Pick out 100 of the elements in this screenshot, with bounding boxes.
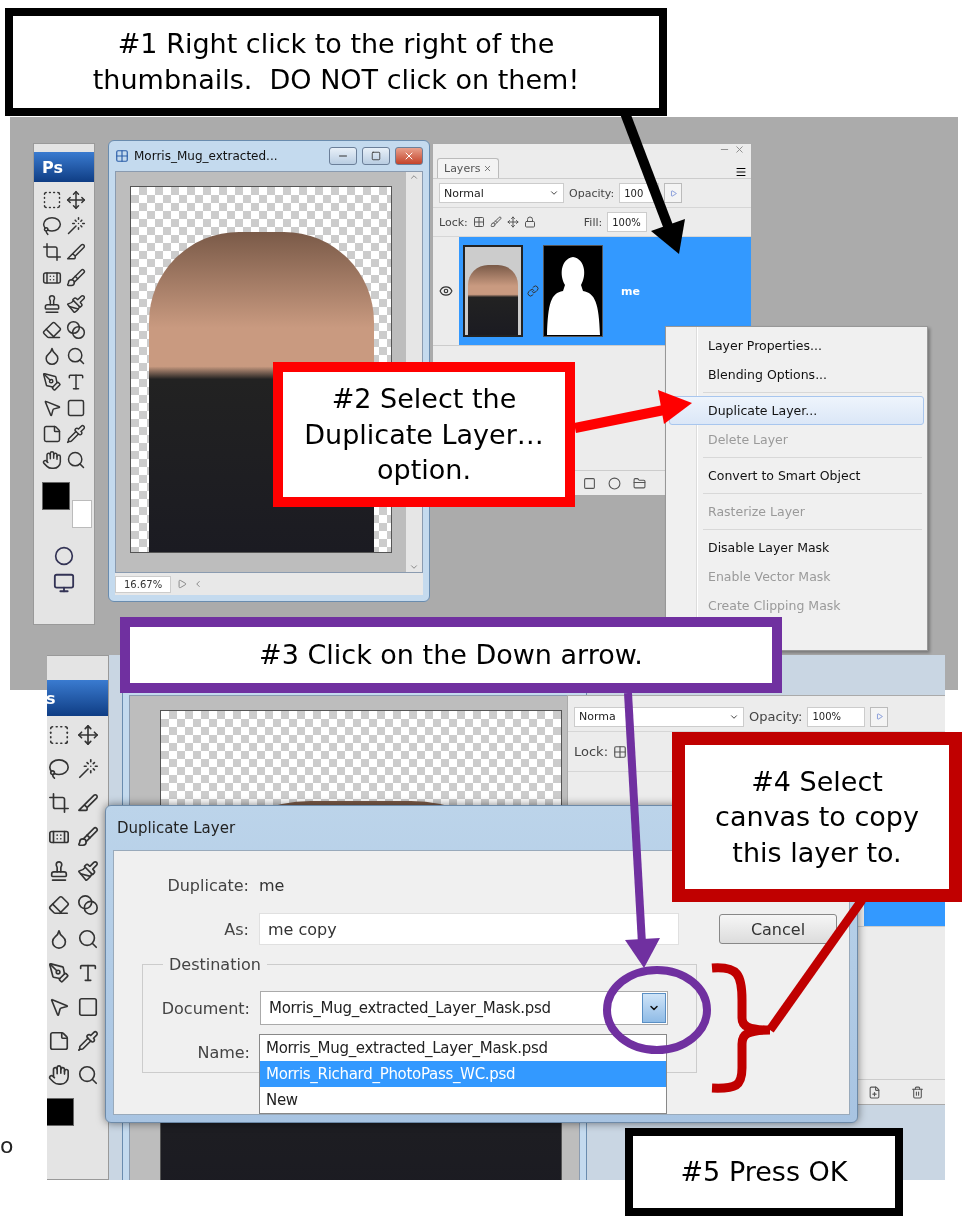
- pointer-icon[interactable]: [42, 398, 62, 418]
- close-icon[interactable]: [483, 164, 493, 173]
- lasso-icon[interactable]: [42, 216, 62, 236]
- zoom-icon[interactable]: [76, 1064, 99, 1086]
- maximize-icon: [371, 151, 381, 161]
- move-icon[interactable]: [66, 190, 86, 210]
- magic-wand-icon[interactable]: [76, 758, 99, 780]
- cancel-button[interactable]: Cancel: [719, 914, 837, 944]
- dashed-square-icon[interactable]: [47, 724, 70, 746]
- checker-square-icon[interactable]: [613, 744, 628, 759]
- background-color-swatch[interactable]: [72, 500, 92, 528]
- crop-icon[interactable]: [42, 242, 62, 262]
- zoom-field[interactable]: 16.67%: [115, 575, 172, 593]
- brush-icon[interactable]: [489, 216, 502, 228]
- magic-wand-icon[interactable]: [66, 216, 86, 236]
- zoom-icon[interactable]: [66, 450, 86, 470]
- menu-item[interactable]: Blending Options...: [669, 360, 924, 389]
- adjustment-icon[interactable]: [608, 476, 621, 490]
- document-label: Document:: [160, 998, 250, 1018]
- blend-mode-select[interactable]: Normal: [439, 183, 564, 203]
- mask-icon[interactable]: [583, 476, 596, 490]
- duplicate-value: me: [259, 875, 285, 895]
- panel-menu-icon[interactable]: [735, 166, 747, 178]
- pen-icon[interactable]: [42, 372, 62, 392]
- paintbrush-icon[interactable]: [66, 294, 86, 314]
- fill-label: Fill:: [583, 215, 603, 229]
- opacity-field[interactable]: 100%: [807, 706, 866, 727]
- document-select[interactable]: Morris_Mug_extracted_Layer_Mask.psd: [260, 991, 668, 1025]
- brush-icon[interactable]: [66, 268, 86, 288]
- knife-icon[interactable]: [76, 792, 99, 814]
- group-label: Destination: [168, 955, 262, 974]
- lock-label: Lock:: [439, 215, 468, 229]
- hand-icon[interactable]: [47, 1064, 70, 1086]
- callout-note: #5 Press OK: [625, 1128, 903, 1216]
- layer-name: me: [621, 284, 640, 298]
- paintbrush-icon[interactable]: [76, 860, 99, 882]
- note-icon[interactable]: [42, 424, 62, 444]
- callout-note: #2 Select the Duplicate Layer… option.: [273, 362, 575, 507]
- brush-icon[interactable]: [76, 826, 99, 848]
- note-icon[interactable]: [47, 1030, 70, 1052]
- window-title: Morris_Mug_extracted...: [134, 149, 279, 163]
- checker-square-icon[interactable]: [472, 216, 485, 228]
- blend-mode-select[interactable]: Norma: [574, 706, 744, 727]
- eye-icon[interactable]: [439, 284, 453, 298]
- lock-icon[interactable]: [523, 216, 536, 228]
- search-icon[interactable]: [66, 346, 86, 366]
- droplet-icon[interactable]: [42, 346, 62, 366]
- crop-icon[interactable]: [47, 792, 70, 814]
- eraser-icon[interactable]: [42, 320, 62, 340]
- opacity-slider-button[interactable]: [870, 706, 889, 727]
- screen-mode-icon[interactable]: [53, 572, 75, 594]
- duplicate-label: Duplicate:: [166, 875, 249, 895]
- trash-icon[interactable]: [911, 1085, 924, 1099]
- opacity-slider-button[interactable]: [664, 183, 683, 203]
- dialog-title: Duplicate Layer: [117, 818, 236, 839]
- fill-field[interactable]: 100%: [607, 212, 648, 232]
- lock-label: Lock:: [574, 744, 609, 759]
- eraser-icon[interactable]: [47, 894, 70, 916]
- move-icon[interactable]: [506, 216, 519, 228]
- dropdown-arrow-button[interactable]: [642, 993, 666, 1023]
- foreground-color-swatch[interactable]: [47, 1098, 74, 1126]
- app-logo: Ps: [34, 152, 94, 182]
- hand-icon[interactable]: [42, 450, 62, 470]
- text-tool-icon[interactable]: [66, 372, 86, 392]
- close-icon: [403, 150, 415, 162]
- lasso-icon[interactable]: [47, 758, 70, 780]
- opacity-label: Opacity:: [569, 186, 615, 200]
- close-button[interactable]: [395, 147, 423, 165]
- stray-letter: o: [0, 1133, 14, 1158]
- menu-item[interactable]: Disable Layer Mask: [669, 533, 924, 562]
- menu-item[interactable]: Convert to Smart Object: [669, 461, 924, 490]
- stamp-icon[interactable]: [42, 294, 62, 314]
- callout-note: #4 Select canvas to copy this layer to.: [672, 732, 962, 902]
- rectangle-icon[interactable]: [66, 398, 86, 418]
- close-icon[interactable]: [734, 144, 745, 155]
- caret-icon: [549, 188, 559, 198]
- eyedropper-icon[interactable]: [66, 424, 86, 444]
- foreground-color-swatch[interactable]: [42, 482, 70, 510]
- eyedropper-icon[interactable]: [76, 1030, 99, 1052]
- rectangle-icon[interactable]: [76, 996, 99, 1018]
- move-icon[interactable]: [76, 724, 99, 746]
- maximize-button[interactable]: [362, 147, 390, 165]
- menu-item[interactable]: Duplicate Layer...: [669, 396, 924, 425]
- pen-icon[interactable]: [47, 962, 70, 984]
- opacity-label: Opacity:: [749, 709, 803, 724]
- as-label: As:: [223, 919, 249, 939]
- app-logo: s: [47, 680, 108, 716]
- new-layer-icon[interactable]: [868, 1085, 881, 1099]
- play-icon: [669, 189, 677, 197]
- search-icon[interactable]: [76, 928, 99, 950]
- play-icon: [875, 713, 883, 720]
- folder-icon[interactable]: [633, 476, 646, 490]
- name-input-field[interactable]: me copy: [259, 913, 679, 945]
- minimize-button[interactable]: [329, 147, 357, 165]
- knife-icon[interactable]: [66, 242, 86, 262]
- quick-mask-icon[interactable]: [54, 546, 74, 566]
- layers-tab[interactable]: Layers: [437, 158, 500, 178]
- dashed-square-icon[interactable]: [42, 190, 62, 210]
- chain-icon[interactable]: [527, 285, 539, 297]
- document-icon: [115, 149, 129, 163]
